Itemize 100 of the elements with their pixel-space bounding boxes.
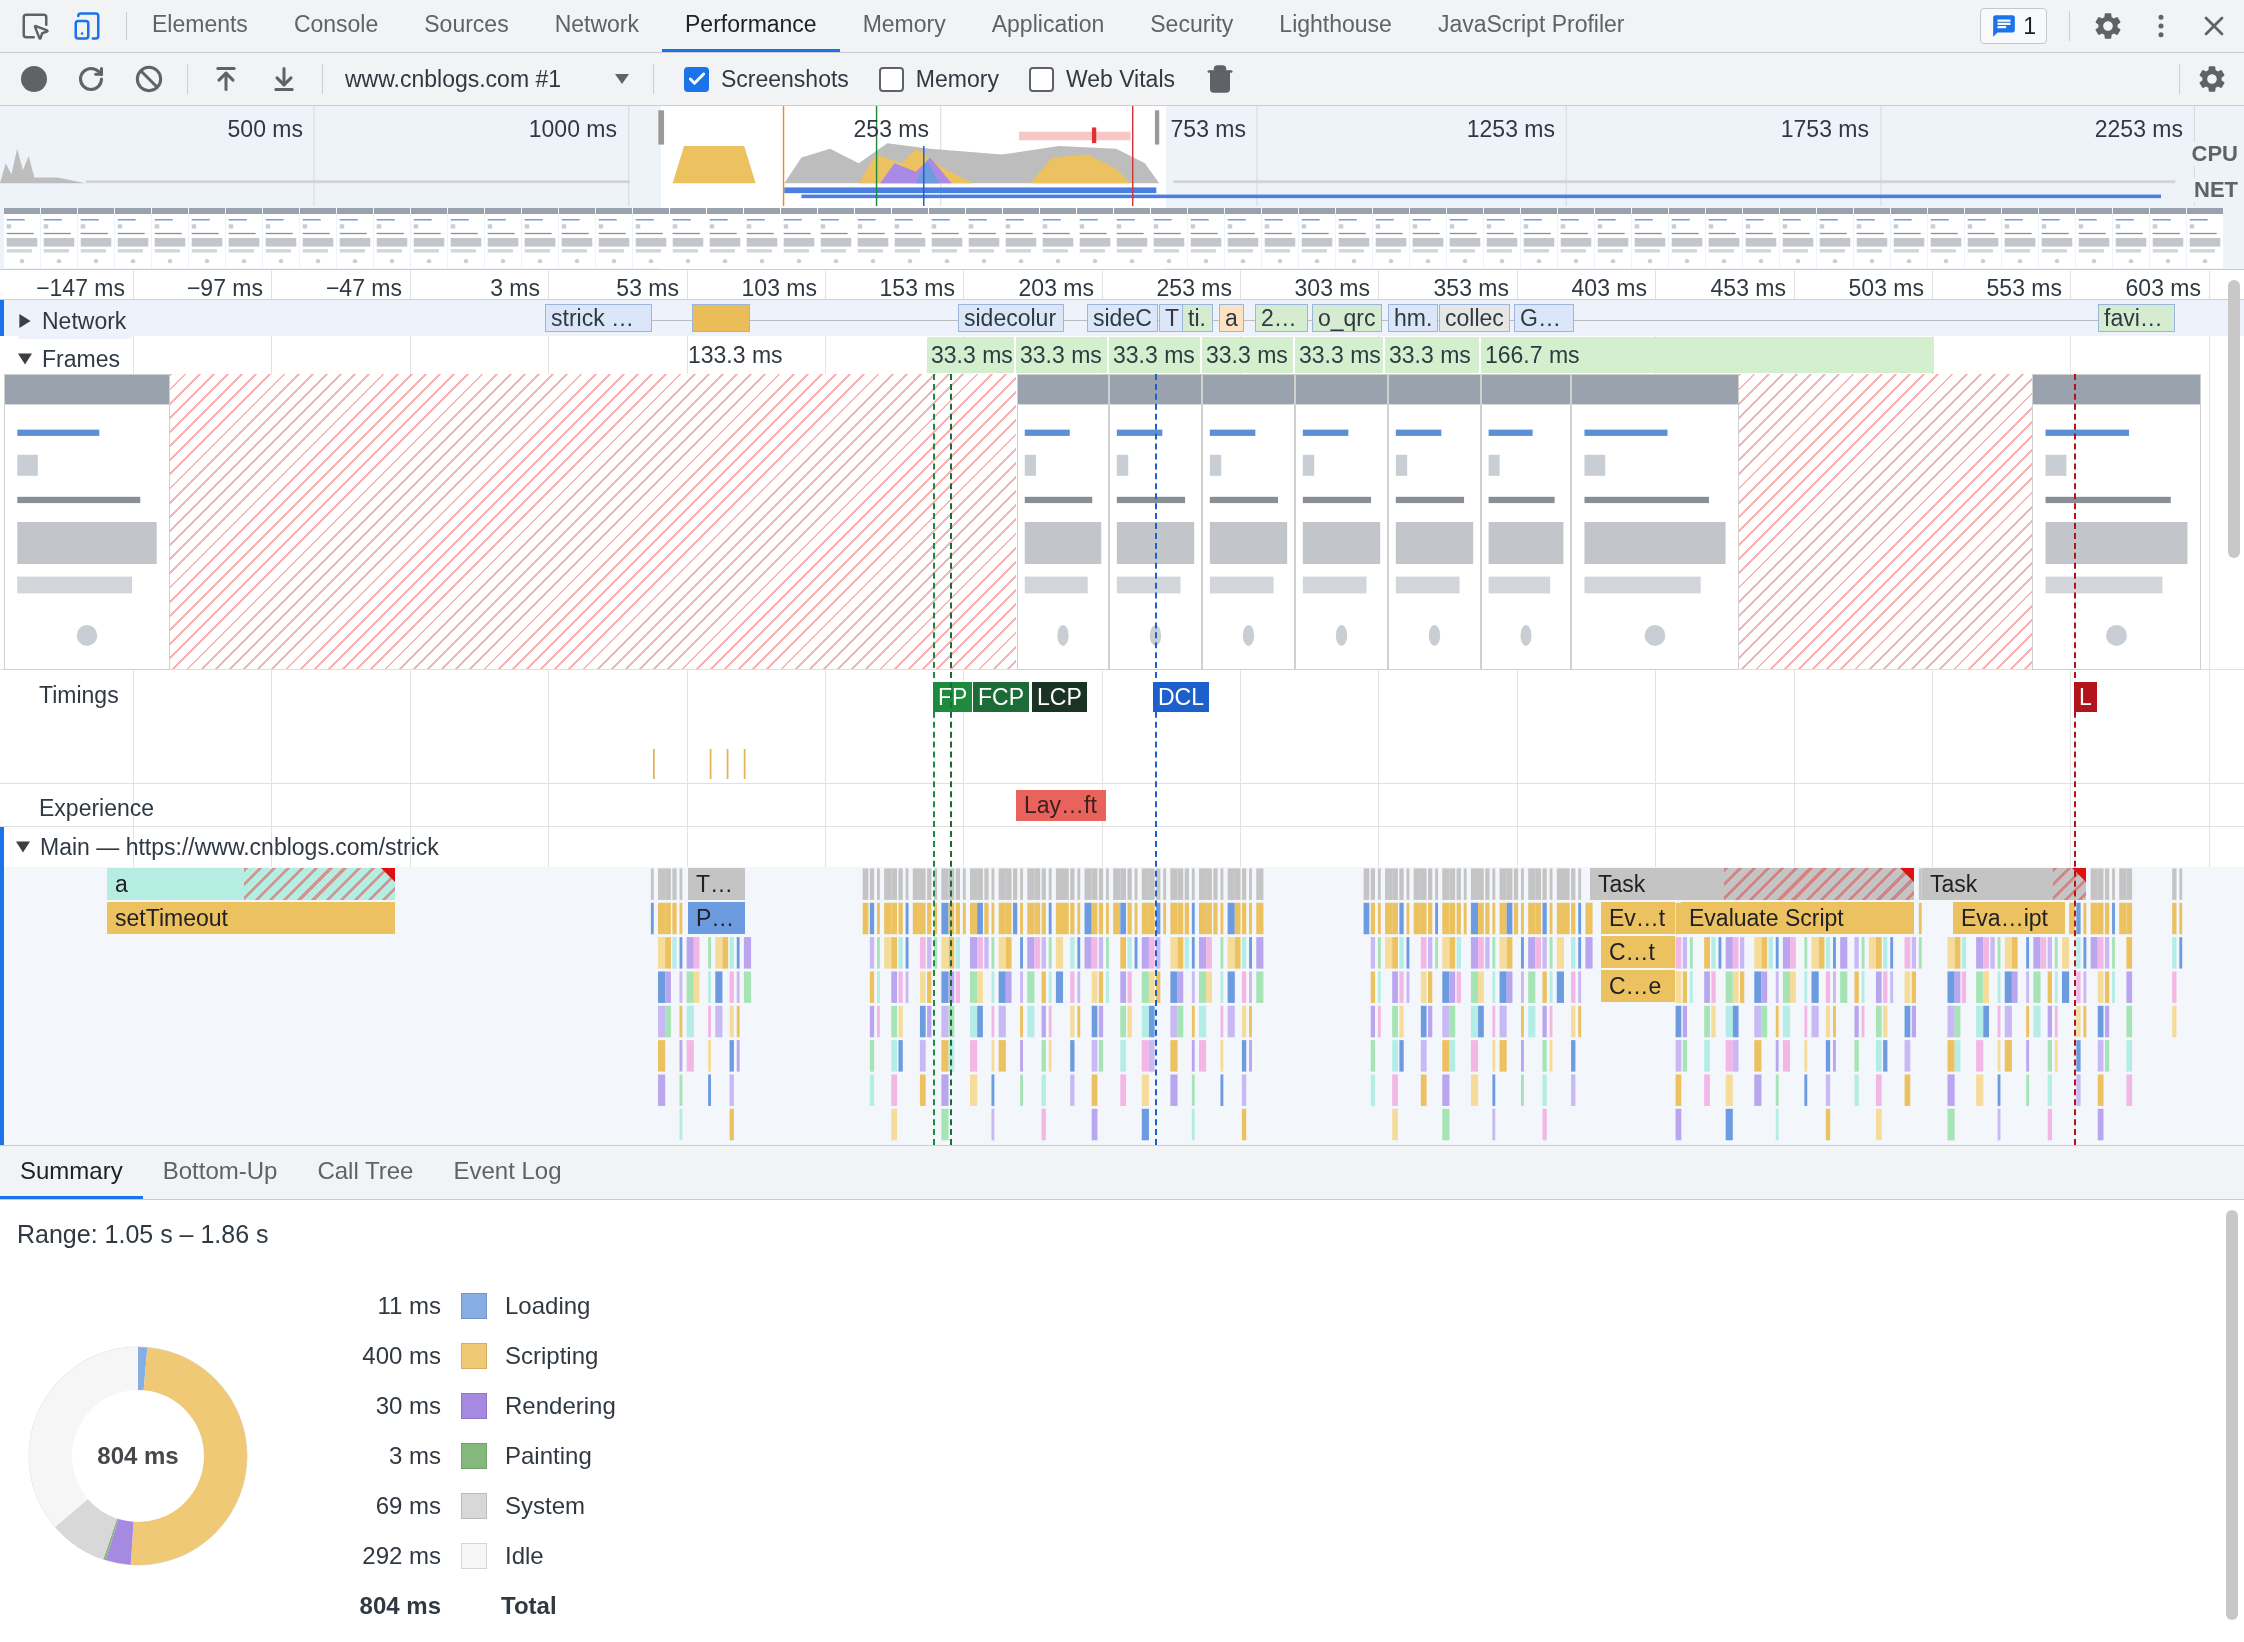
overview-tick-label: 2253 ms (2094, 115, 2183, 144)
request-bar[interactable]: sideC (1087, 304, 1158, 332)
time-tick-label: 3 ms (490, 274, 540, 303)
track-label[interactable]: Main — https://www.cnblogs.com/strick (40, 829, 439, 865)
details-tab[interactable]: Call Tree (297, 1146, 434, 1199)
scrollbar[interactable] (2226, 1210, 2238, 1620)
details-tab[interactable]: Event Log (433, 1146, 582, 1199)
frame-bar[interactable]: 33.3 ms (1109, 337, 1202, 373)
request-bar[interactable]: 2… (1255, 304, 1308, 332)
flame-event[interactable]: P… (688, 902, 745, 934)
category-time: 11 ms (376, 1290, 441, 1321)
flame-event[interactable]: T… (688, 868, 745, 900)
option-label[interactable]: Web Vitals (1065, 61, 1175, 97)
time-tick-label: 153 ms (879, 274, 955, 303)
request-bar[interactable]: favi… (2098, 304, 2175, 332)
time-tick-label: 303 ms (1294, 274, 1370, 303)
flame-event[interactable]: Task (1590, 868, 1914, 900)
request-bar[interactable]: hm. (1388, 304, 1439, 332)
option-label[interactable]: Screenshots (721, 61, 849, 97)
recording-select[interactable]: www.cnblogs.com #1 (323, 61, 639, 97)
category-label: Rendering (505, 1390, 616, 1421)
time-tick-label: 203 ms (1018, 274, 1094, 303)
time-tick-label: 553 ms (1986, 274, 2062, 303)
frame-bar[interactable]: 33.3 ms (1385, 337, 1481, 373)
flame-event[interactable]: Ev…t (1601, 902, 1675, 934)
trash-icon[interactable] (1205, 64, 1235, 94)
clear-icon[interactable] (135, 65, 163, 93)
track-label[interactable]: Timings (39, 678, 119, 713)
panel-tab[interactable]: Elements (129, 0, 271, 52)
flame-event[interactable]: Evaluate Script (1681, 902, 1914, 934)
frame-bar[interactable]: 33.3 ms (927, 337, 1016, 373)
panel-tab[interactable]: JavaScript Profiler (1414, 0, 1648, 52)
timing-marker[interactable]: FCP (973, 682, 1029, 712)
request-bar[interactable]: strick … (545, 304, 652, 332)
panel-tab[interactable]: Application (968, 0, 1128, 52)
inspect-icon[interactable] (20, 11, 50, 41)
device-toolbar-icon[interactable] (72, 11, 102, 41)
overview-tick-label: 500 ms (227, 115, 303, 144)
track-label[interactable]: Experience (39, 791, 155, 826)
frame-bar[interactable]: 133.3 ms (684, 337, 927, 373)
request-bar[interactable]: sidecolur (958, 304, 1064, 332)
selection-handle[interactable] (1154, 110, 1160, 145)
frame-bar[interactable]: 33.3 ms (1295, 337, 1385, 373)
timing-marker[interactable]: DCL (1153, 682, 1209, 712)
panel-tab[interactable]: Console (270, 0, 402, 52)
reload-icon[interactable] (77, 65, 105, 93)
timing-marker[interactable]: L (2074, 682, 2097, 712)
panel-tab[interactable]: Network (531, 0, 662, 52)
overview-tick-label: 753 ms (1170, 115, 1246, 144)
overview-tick-label: 1753 ms (1780, 115, 1869, 144)
selection-handle[interactable] (658, 110, 665, 145)
category-time: 292 ms (361, 1540, 441, 1571)
timing-marker[interactable]: FP (933, 682, 973, 712)
dropdown-caret-icon (615, 73, 629, 85)
request-bar[interactable]: collec (1439, 304, 1510, 332)
panel-tab[interactable]: Sources (401, 0, 532, 52)
donut-center-label: 804 ms (97, 1440, 179, 1471)
expand-triangle-icon[interactable] (18, 314, 32, 329)
flame-event[interactable]: Eva…ipt (1953, 902, 2065, 934)
checkbox[interactable] (1028, 66, 1054, 92)
request-bar[interactable]: a (1219, 304, 1244, 332)
details-tab[interactable]: Summary (0, 1146, 143, 1199)
issues-button[interactable]: 1 (1980, 8, 2047, 44)
panel-tab[interactable]: Memory (839, 0, 969, 52)
expand-triangle-icon[interactable] (16, 840, 30, 854)
frame-bar[interactable]: 33.3 ms (1202, 337, 1295, 373)
lane-label: CPU (2189, 142, 2240, 166)
category-time: 30 ms (374, 1390, 441, 1421)
panel-tab[interactable]: Security (1127, 0, 1257, 52)
expand-triangle-icon[interactable] (18, 352, 32, 367)
time-tick-label: 253 ms (1156, 274, 1232, 303)
flame-event[interactable]: setTimeout (107, 902, 395, 934)
request-bar[interactable]: ti. (1182, 304, 1213, 332)
layout-shift-event[interactable]: Lay…ft (1016, 790, 1106, 821)
request-bar[interactable]: G… (1514, 304, 1574, 332)
category-time: 69 ms (374, 1490, 441, 1521)
request-bar[interactable]: o_qrc (1312, 304, 1382, 332)
flame-event[interactable]: C…e (1601, 970, 1675, 1002)
panel-tab[interactable]: Lighthouse (1256, 0, 1415, 52)
track-label[interactable]: Network (42, 304, 127, 339)
total-time: 804 ms (358, 1590, 441, 1621)
record-button[interactable] (21, 66, 47, 92)
checkbox[interactable] (684, 66, 709, 92)
flame-event[interactable]: a (107, 868, 395, 900)
time-tick-label: −97 ms (186, 274, 263, 303)
timing-marker[interactable]: LCP (1032, 682, 1087, 712)
category-time: 400 ms (361, 1340, 441, 1371)
checkbox[interactable] (878, 66, 904, 92)
details-tab[interactable]: Bottom-Up (142, 1146, 298, 1199)
time-tick-label: 453 ms (1710, 274, 1786, 303)
track-label[interactable]: Frames (42, 342, 120, 377)
frame-bar[interactable]: 33.3 ms (1016, 337, 1109, 373)
flame-event[interactable]: Task (1922, 868, 2086, 900)
time-tick-label: −147 ms (36, 274, 125, 303)
marker-line (923, 146, 925, 206)
option-label[interactable]: Memory (915, 61, 999, 97)
scrollbar[interactable] (2228, 280, 2240, 558)
frame-bar[interactable]: 166.7 ms (1481, 337, 1936, 373)
message-icon (1991, 13, 2018, 39)
flame-event[interactable]: C…t (1601, 936, 1675, 968)
